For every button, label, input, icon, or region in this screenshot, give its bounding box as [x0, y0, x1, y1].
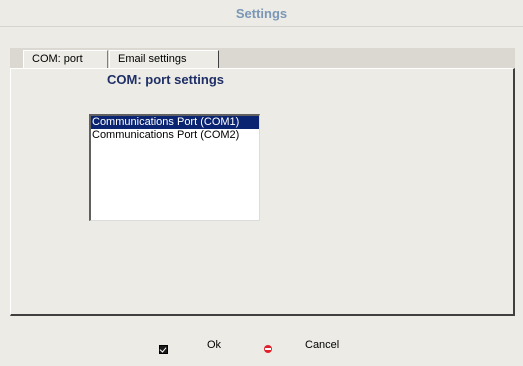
- list-item-com1[interactable]: Communications Port (COM1): [91, 116, 259, 129]
- check-icon[interactable]: [159, 345, 168, 354]
- section-title: COM: port settings: [107, 72, 224, 87]
- window-title: Settings: [235, 6, 288, 21]
- list-item-com2[interactable]: Communications Port (COM2): [91, 129, 259, 142]
- com-port-panel: COM: port settings Communications Port (…: [10, 68, 515, 316]
- stop-icon[interactable]: [264, 345, 272, 353]
- cancel-button[interactable]: Cancel: [305, 337, 339, 353]
- title-bar: Settings: [0, 0, 523, 27]
- tab-email-settings[interactable]: Email settings: [109, 50, 219, 69]
- com-port-listbox[interactable]: Communications Port (COM1) Communication…: [89, 114, 260, 221]
- tab-email-settings-label: Email settings: [118, 53, 187, 65]
- tab-com-port-label: COM: port: [32, 53, 83, 65]
- tab-bar: COM: port Email settings: [10, 48, 515, 72]
- ok-button[interactable]: Ok: [207, 337, 221, 353]
